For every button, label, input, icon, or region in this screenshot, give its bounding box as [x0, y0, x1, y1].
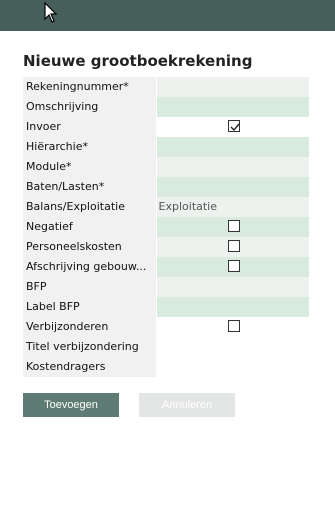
- afschrijving-checkbox[interactable]: [227, 260, 240, 272]
- titel-verbijzondering-value: [156, 337, 309, 357]
- omschrijving-input[interactable]: [156, 97, 309, 117]
- invoer-cell: [156, 117, 309, 137]
- field-label: BFP: [23, 277, 156, 297]
- negatief-cell: [156, 217, 309, 237]
- field-label: Omschrijving: [23, 97, 156, 117]
- personeelskosten-checkbox[interactable]: [227, 240, 240, 252]
- add-button[interactable]: Toevoegen: [23, 393, 119, 417]
- field-label: Hiërarchie*: [23, 137, 156, 157]
- personeelskosten-cell: [156, 237, 309, 257]
- mouse-cursor-icon: [44, 2, 58, 23]
- row-afschrijving: Afschrijving gebouw...: [23, 257, 309, 277]
- row-kostendragers: Kostendragers: [23, 357, 309, 377]
- bfp-input[interactable]: [156, 277, 309, 297]
- row-balans-exploitatie: Balans/Exploitatie Exploitatie: [23, 197, 309, 217]
- row-invoer: Invoer: [23, 117, 309, 137]
- row-verbijzonderen: Verbijzonderen: [23, 317, 309, 337]
- page-title: Nieuwe grootboekrekening: [23, 52, 253, 70]
- field-label: Negatief: [23, 217, 156, 237]
- row-bfp: BFP: [23, 277, 309, 297]
- module-input[interactable]: [156, 157, 309, 177]
- row-omschrijving: Omschrijving: [23, 97, 309, 117]
- field-label: Module*: [23, 157, 156, 177]
- row-baten-lasten: Baten/Lasten*: [23, 177, 309, 197]
- field-label: Titel verbijzondering: [23, 337, 156, 357]
- field-label: Verbijzonderen: [23, 317, 156, 337]
- row-label-bfp: Label BFP: [23, 297, 309, 317]
- row-titel-verbijzondering: Titel verbijzondering: [23, 337, 309, 357]
- invoer-checkbox[interactable]: [227, 120, 240, 132]
- field-label: Balans/Exploitatie: [23, 197, 156, 217]
- row-module: Module*: [23, 157, 309, 177]
- verbijzonderen-checkbox[interactable]: [227, 320, 240, 332]
- baten-lasten-input[interactable]: [156, 177, 309, 197]
- row-personeelskosten: Personeelskosten: [23, 237, 309, 257]
- hierarchie-input[interactable]: [156, 137, 309, 157]
- field-label: Baten/Lasten*: [23, 177, 156, 197]
- field-label: Rekeningnummer*: [23, 77, 156, 97]
- rekeningnummer-input[interactable]: [156, 77, 309, 97]
- row-rekeningnummer: Rekeningnummer*: [23, 77, 309, 97]
- row-hierarchie: Hiërarchie*: [23, 137, 309, 157]
- checkmark-icon: [230, 123, 240, 132]
- field-label: Afschrijving gebouw...: [23, 257, 156, 277]
- kostendragers-value: [156, 357, 309, 377]
- field-label: Kostendragers: [23, 357, 156, 377]
- cancel-button[interactable]: Annuleren: [139, 393, 235, 417]
- field-label: Personeelskosten: [23, 237, 156, 257]
- account-form: Rekeningnummer* Omschrijving Invoer Hiër…: [23, 77, 309, 377]
- field-label: Invoer: [23, 117, 156, 137]
- verbijzonderen-cell: [156, 317, 309, 337]
- balans-exploitatie-value: Exploitatie: [156, 197, 309, 217]
- afschrijving-cell: [156, 257, 309, 277]
- label-bfp-input[interactable]: [156, 297, 309, 317]
- field-label: Label BFP: [23, 297, 156, 317]
- row-negatief: Negatief: [23, 217, 309, 237]
- negatief-checkbox[interactable]: [227, 220, 240, 232]
